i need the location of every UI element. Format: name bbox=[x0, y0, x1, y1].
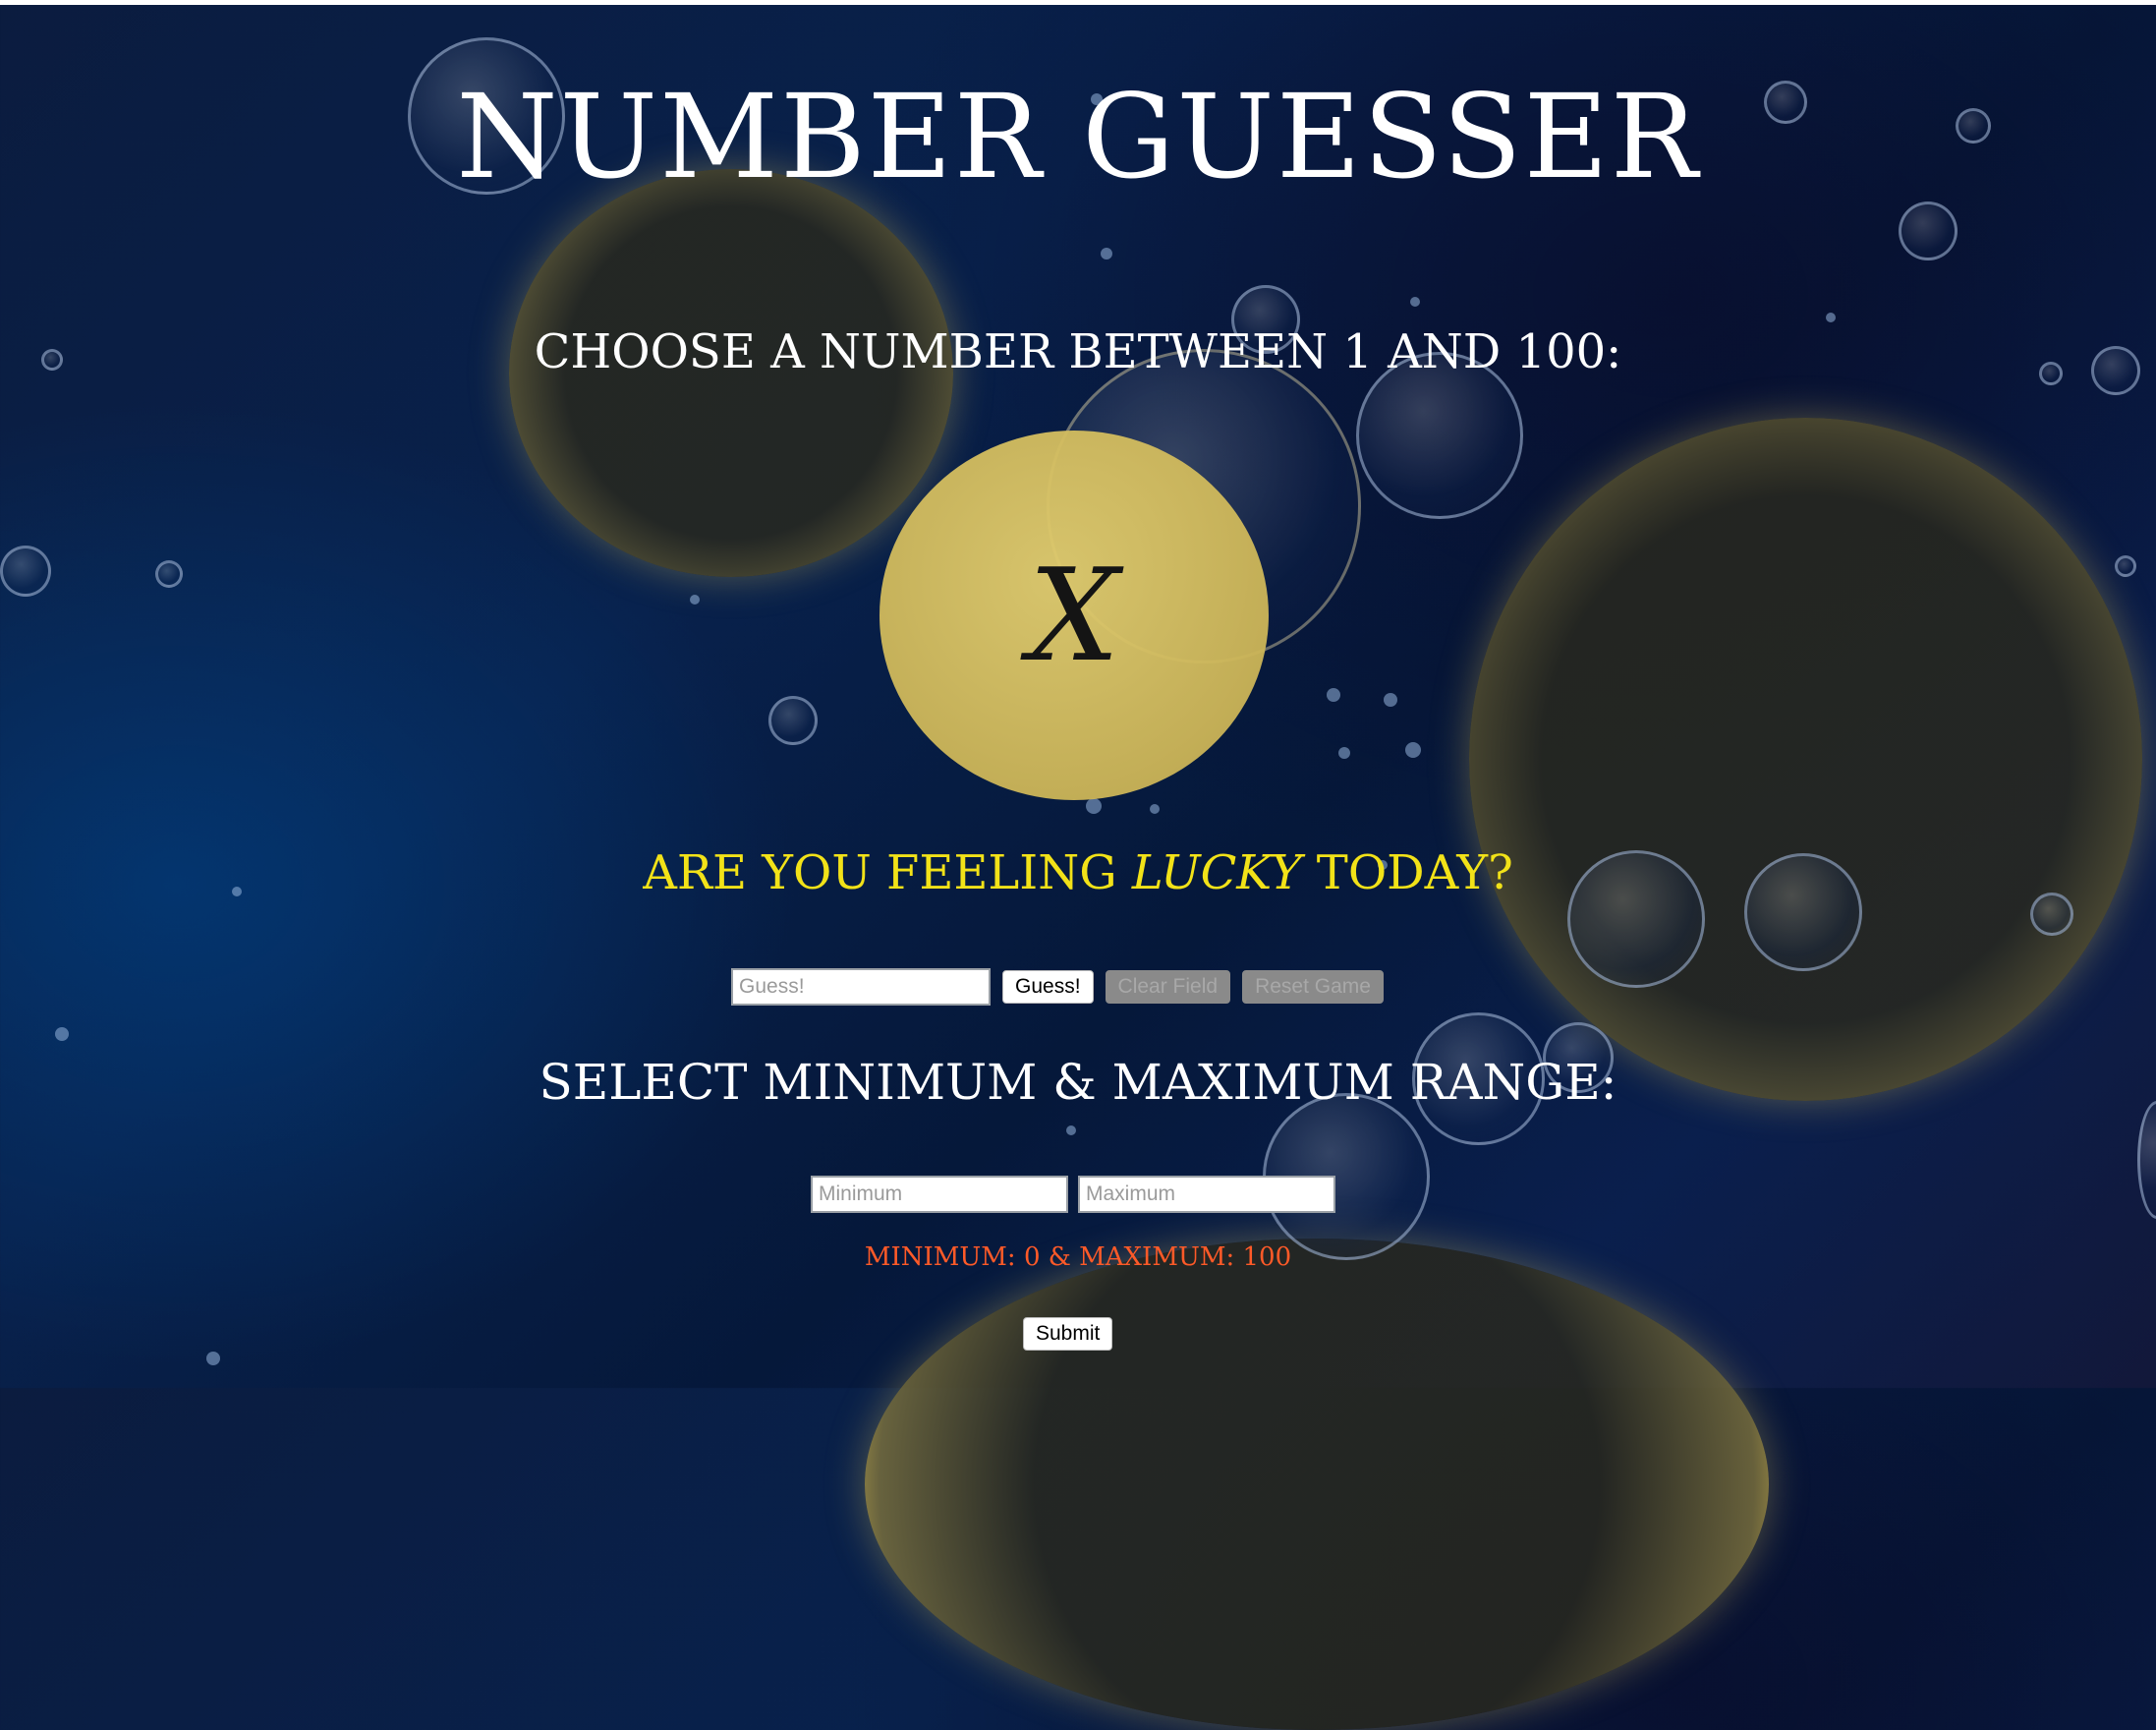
dust-decoration bbox=[1066, 1125, 1076, 1135]
lucky-heading: ARE YOU FEELING LUCKY TODAY? bbox=[0, 845, 2156, 900]
range-title: SELECT MINIMUM & MAXIMUM RANGE: bbox=[539, 1054, 1617, 1111]
guess-display-circle: X bbox=[879, 431, 1269, 800]
bubble-decoration bbox=[2115, 555, 2136, 577]
guess-button[interactable]: Guess! bbox=[1002, 970, 1094, 1004]
number-range-prompt: CHOOSE A NUMBER BETWEEN 1 AND 100: bbox=[534, 324, 1622, 379]
page-title: NUMBER GUESSER bbox=[456, 69, 1700, 204]
dust-decoration bbox=[1410, 297, 1420, 307]
dust-decoration bbox=[690, 595, 700, 605]
bubble-decoration bbox=[0, 546, 51, 597]
range-note: MINIMUM: 0 & MAXIMUM: 100 bbox=[864, 1242, 1292, 1272]
dust-decoration bbox=[1405, 742, 1421, 758]
maximum-input[interactable] bbox=[1078, 1176, 1335, 1213]
bubble-decoration bbox=[2137, 1101, 2156, 1219]
submit-button[interactable]: Submit bbox=[1023, 1317, 1113, 1351]
dust-decoration bbox=[1338, 747, 1350, 759]
dust-decoration bbox=[55, 1027, 69, 1041]
guess-display-value: X bbox=[1028, 541, 1120, 690]
bubble-decoration bbox=[1899, 202, 1957, 260]
dust-decoration bbox=[1101, 248, 1112, 260]
bubble-decoration bbox=[155, 560, 183, 588]
dust-decoration bbox=[1150, 804, 1160, 814]
lucky-prefix: ARE YOU FEELING bbox=[643, 845, 1132, 900]
reset-game-button[interactable]: Reset Game bbox=[1242, 970, 1384, 1004]
dust-decoration bbox=[1384, 693, 1397, 707]
dust-decoration bbox=[1826, 313, 1836, 322]
bubble-decoration bbox=[768, 696, 818, 745]
top-border bbox=[0, 0, 2156, 5]
bubble-decoration bbox=[1469, 418, 2142, 1101]
dust-decoration bbox=[1327, 688, 1340, 702]
range-controls bbox=[811, 1176, 1335, 1213]
clear-field-button[interactable]: Clear Field bbox=[1105, 970, 1231, 1004]
guess-input[interactable] bbox=[731, 968, 991, 1006]
minimum-input[interactable] bbox=[811, 1176, 1068, 1213]
dust-decoration bbox=[1086, 798, 1102, 814]
bubble-decoration bbox=[865, 1239, 1769, 1730]
lucky-suffix: TODAY? bbox=[1301, 845, 1513, 900]
lucky-emphasis: LUCKY bbox=[1131, 845, 1302, 900]
guess-controls: Guess! Clear Field Reset Game bbox=[731, 968, 1384, 1006]
dust-decoration bbox=[206, 1352, 220, 1365]
